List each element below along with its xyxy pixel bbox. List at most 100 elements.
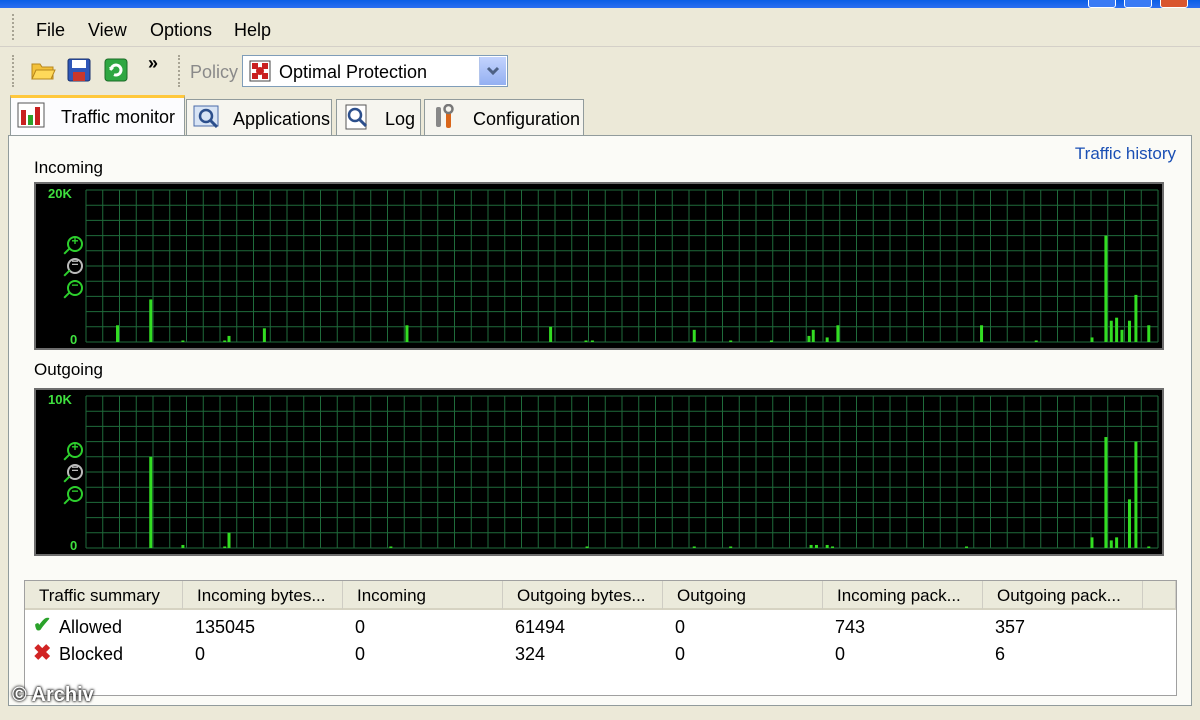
tab-label: Configuration [473,109,581,129]
toolbar-grip[interactable] [12,55,17,87]
menu-grip[interactable] [12,14,17,40]
incoming-traffic-bar [692,329,696,342]
incoming-traffic-bar [116,325,120,342]
minimize-button[interactable] [1088,0,1116,8]
outgoing-traffic-chart: 10K 0 + = − [34,388,1164,556]
zoom-reset-icon[interactable]: = [67,462,83,480]
tab-label: Applications [233,109,331,129]
allowed-check-icon: ✔ [33,612,52,637]
zoom-in-icon[interactable]: + [67,234,83,252]
tab-applications[interactable]: Applications [186,99,332,135]
toolbar: » [0,47,1200,93]
incoming-traffic-bar [1109,320,1113,342]
zoom-out-icon[interactable]: − [67,278,83,296]
outgoing-traffic-bar [831,546,835,548]
cell-blocked-incoming: 0 [355,644,366,664]
outgoing-traffic-bar [814,544,818,548]
incoming-ymax-label: 20K [48,186,72,201]
outgoing-traffic-bar [223,546,227,548]
incoming-traffic-bar [807,335,811,342]
log-icon [345,104,368,130]
outgoing-traffic-bar [1147,546,1151,548]
outgoing-traffic-plot [85,395,1159,549]
cell-allowed-incoming-bytes: 135045 [195,617,256,637]
incoming-chart-label: Incoming [34,158,103,177]
tab-log[interactable]: Log [336,99,421,135]
close-button[interactable] [1160,0,1188,8]
incoming-traffic-bar [405,325,409,342]
zoom-in-icon[interactable]: + [67,440,83,458]
incoming-traffic-bar [227,335,231,342]
column-header-incoming-bytes[interactable]: Incoming bytes... [183,581,343,610]
save-icon[interactable] [66,57,92,83]
cell-allowed-outgoing-packets: 357 [995,617,1026,637]
cell-allowed-outgoing-bytes: 61494 [515,617,566,637]
open-folder-icon[interactable] [30,57,56,83]
outgoing-traffic-bar [149,456,153,548]
window-title-bar [0,0,1200,8]
column-header-filler [1143,581,1176,610]
outgoing-traffic-bar [965,546,969,548]
menu-view[interactable]: View [88,20,127,41]
zoom-out-icon[interactable]: − [67,484,83,502]
traffic-chart-icon [17,102,45,128]
maximize-button[interactable] [1124,0,1152,8]
incoming-traffic-bar [549,326,553,342]
column-header-incoming-packets[interactable]: Incoming pack... [823,581,983,610]
cell-allowed-incoming: 0 [355,617,366,637]
incoming-traffic-bar [149,299,153,342]
incoming-traffic-bar [181,340,185,342]
column-header-outgoing[interactable]: Outgoing [663,581,823,610]
cell-blocked-outgoing-packets: 6 [995,644,1006,664]
menu-options[interactable]: Options [150,20,212,41]
toolbar-overflow-chevron[interactable]: » [148,53,158,74]
applications-icon [193,105,219,129]
column-header-outgoing-packets[interactable]: Outgoing pack... [983,581,1143,610]
cell-blocked-incoming-packets: 0 [835,644,846,664]
outgoing-traffic-bar [181,544,185,548]
column-header-outgoing-bytes[interactable]: Outgoing bytes... [503,581,663,610]
outgoing-traffic-bar [227,532,231,548]
menu-help[interactable]: Help [234,20,271,41]
traffic-summary-table: Traffic summary Incoming bytes... Incomi… [24,580,1177,696]
traffic-history-link[interactable]: Traffic history [1075,144,1176,164]
refresh-icon[interactable] [103,57,129,83]
outgoing-traffic-bar [1109,540,1113,548]
policy-shield-icon [249,60,271,82]
policy-dropdown[interactable]: Optimal Protection [242,55,508,87]
outgoing-traffic-bar [389,546,393,548]
outgoing-chart-label: Outgoing [34,360,103,379]
incoming-ymin-label: 0 [70,332,78,347]
outgoing-traffic-bar [1134,441,1138,548]
configuration-icon [436,104,454,128]
tab-traffic-monitor[interactable]: Traffic monitor [10,95,185,135]
tab-label: Traffic monitor [61,107,176,127]
incoming-traffic-bar [769,340,773,342]
policy-label: Policy [190,62,239,82]
incoming-traffic-bar [1104,235,1108,342]
zoom-reset-icon[interactable]: = [67,256,83,274]
cell-blocked-outgoing: 0 [675,644,686,664]
row-label-blocked: Blocked [59,644,124,664]
incoming-traffic-bar [1134,294,1138,342]
incoming-traffic-bar [1090,337,1094,342]
column-header-incoming[interactable]: Incoming [343,581,503,610]
incoming-traffic-chart: 20K 0 + = − [34,182,1164,350]
incoming-traffic-bar [811,329,815,342]
incoming-traffic-bar [223,340,227,342]
row-label-allowed: Allowed [59,617,123,637]
incoming-traffic-bar [825,337,829,342]
cell-blocked-incoming-bytes: 0 [195,644,206,664]
blocked-x-icon: ✖ [33,640,52,665]
outgoing-traffic-bar [1090,537,1094,548]
policy-selected-value: Optimal Protection [279,62,428,82]
tab-configuration[interactable]: Configuration [424,99,584,135]
menu-file[interactable]: File [36,20,65,41]
outgoing-traffic-bar [1115,537,1119,548]
cell-allowed-outgoing: 0 [675,617,686,637]
incoming-traffic-plot [85,189,1159,343]
column-header-traffic-summary[interactable]: Traffic summary [25,581,183,610]
incoming-traffic-bar [1120,329,1124,342]
policy-grip[interactable] [178,55,183,87]
chevron-down-icon[interactable] [479,57,506,85]
